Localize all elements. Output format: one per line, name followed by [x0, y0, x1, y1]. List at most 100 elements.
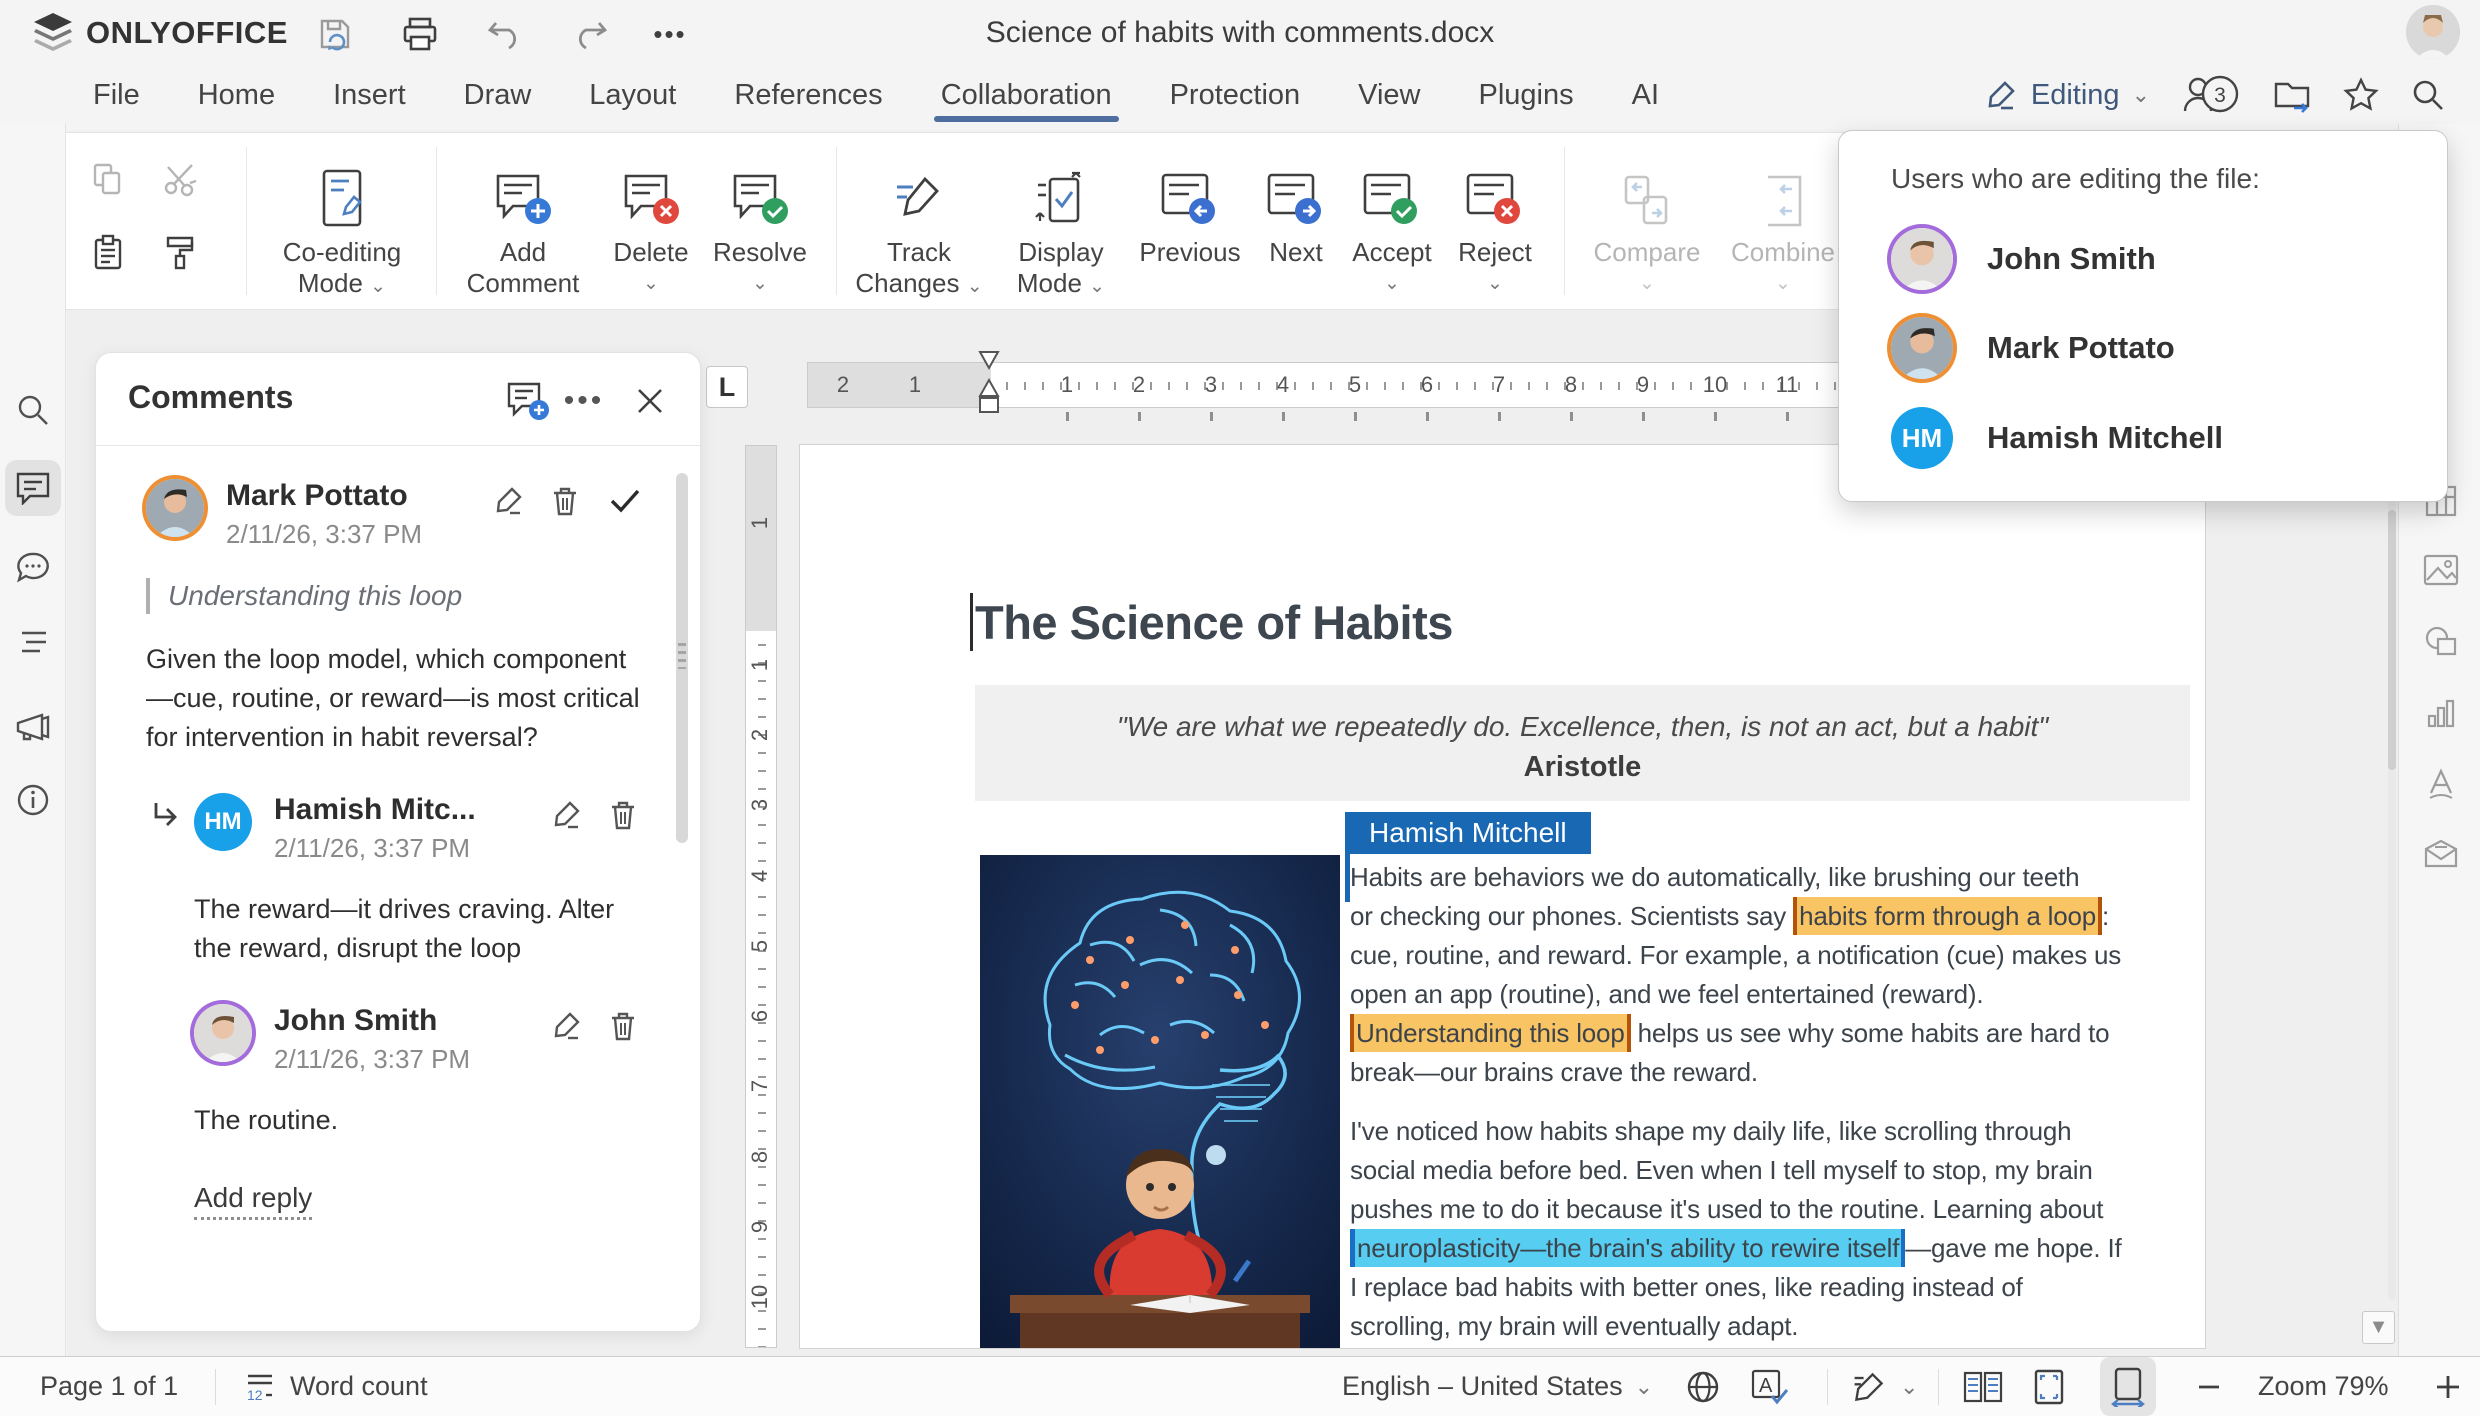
- active-users-button[interactable]: 3: [2180, 73, 2242, 117]
- previous-change-button[interactable]: Previous: [1125, 145, 1255, 268]
- print-button[interactable]: [398, 14, 442, 54]
- format-painter-button[interactable]: [156, 229, 204, 277]
- avatar-mark-pottato: [146, 479, 204, 537]
- resolve-comment-check-icon[interactable]: [608, 485, 640, 517]
- doc-text: :: [2102, 901, 2109, 931]
- track-changes-toggle[interactable]: ⌄: [1850, 1357, 1918, 1416]
- tab-plugins[interactable]: Plugins: [1450, 66, 1603, 124]
- scrollbar-thumb[interactable]: [2388, 510, 2396, 770]
- tab-view[interactable]: View: [1329, 66, 1449, 124]
- tab-insert[interactable]: Insert: [304, 66, 435, 124]
- set-language-globe-button[interactable]: [1686, 1357, 1720, 1416]
- reject-change-button[interactable]: Reject ⌄: [1443, 145, 1547, 299]
- favorite-star-button[interactable]: [2342, 76, 2380, 114]
- undo-button[interactable]: [483, 14, 527, 54]
- zoom-in-button[interactable]: [2434, 1357, 2462, 1416]
- compare-button[interactable]: Compare ⌄: [1582, 145, 1712, 299]
- document-text[interactable]: Hamish Mitchell Habits are behaviors we …: [1350, 858, 2205, 1346]
- spellcheck-button[interactable]: A: [1750, 1357, 1790, 1416]
- indent-marker[interactable]: [978, 350, 1000, 420]
- sidebar-feedback-icon[interactable]: [5, 699, 61, 755]
- tab-layout[interactable]: Layout: [560, 66, 705, 124]
- comment-highlight[interactable]: habits form through a loop: [1793, 897, 2102, 935]
- next-change-button[interactable]: Next: [1251, 145, 1341, 268]
- search-button[interactable]: [2410, 77, 2446, 113]
- comment-header: Mark Pottato 2/11/26, 3:37 PM: [146, 479, 640, 550]
- comments-close-button[interactable]: [628, 381, 672, 421]
- chevron-down-icon: ⌄: [1900, 1376, 1918, 1398]
- sidebar-comments-icon[interactable]: [5, 460, 61, 516]
- two-pages-view-button[interactable]: [1962, 1357, 2004, 1416]
- chevron-down-icon: ⌄: [2132, 84, 2150, 106]
- reply-body: The routine.: [194, 1101, 640, 1140]
- add-comment-button[interactable]: Add Comment: [458, 145, 588, 299]
- brain-illustration-image[interactable]: [980, 855, 1340, 1348]
- delete-comment-icon[interactable]: [608, 1010, 640, 1042]
- track-changes-button[interactable]: Track Changes ⌄: [854, 145, 984, 302]
- tab-ai[interactable]: AI: [1603, 66, 1688, 124]
- page-indicator[interactable]: Page 1 of 1: [40, 1357, 178, 1416]
- fit-width-button[interactable]: [2100, 1357, 2156, 1416]
- comment-highlight[interactable]: Understanding this loop: [1350, 1014, 1631, 1052]
- vertical-ruler[interactable]: 1 1 2 3 4 5 6 7 8 9 10: [745, 445, 777, 1348]
- more-actions-button[interactable]: •••: [648, 14, 692, 54]
- scroll-down-button[interactable]: ▼: [2362, 1311, 2395, 1344]
- paste-button[interactable]: [84, 229, 132, 277]
- tab-collaboration[interactable]: Collaboration: [912, 66, 1141, 124]
- coeditor-selection-highlight[interactable]: neuroplasticity—the brain's ability to r…: [1350, 1229, 1905, 1267]
- text-art-settings-icon[interactable]: [2423, 766, 2459, 802]
- user-list-item: John Smith: [1891, 228, 2156, 290]
- shape-settings-icon[interactable]: [2423, 624, 2459, 660]
- tab-protection[interactable]: Protection: [1141, 66, 1330, 124]
- image-settings-icon[interactable]: [2423, 552, 2459, 588]
- reply-author: John Smith: [274, 1004, 550, 1038]
- zoom-out-button[interactable]: [2196, 1357, 2222, 1416]
- sidebar-about-icon[interactable]: [5, 772, 61, 828]
- tab-home[interactable]: Home: [169, 66, 304, 124]
- comment-body: Given the loop model, which component—cu…: [146, 640, 640, 757]
- add-reply-link[interactable]: Add reply: [194, 1182, 312, 1220]
- mail-merge-icon[interactable]: [2423, 836, 2459, 872]
- document-scrollbar[interactable]: [2388, 420, 2396, 1300]
- delete-comment-icon[interactable]: [550, 485, 582, 517]
- delete-comment-button[interactable]: Delete ⌄: [596, 145, 706, 299]
- copy-button[interactable]: [84, 155, 132, 203]
- current-user-avatar[interactable]: [2406, 5, 2460, 59]
- reply-arrow-icon: [150, 799, 184, 833]
- cut-button[interactable]: [156, 155, 204, 203]
- compare-icon: [1582, 145, 1712, 237]
- display-mode-button[interactable]: Display Mode ⌄: [996, 145, 1126, 302]
- redo-button[interactable]: [568, 14, 612, 54]
- comment-reply: HM Hamish Mitc... 2/11/26, 3:37 PM The r…: [194, 793, 640, 968]
- tab-references[interactable]: References: [705, 66, 911, 124]
- document-page[interactable]: The Science of Habits "We are what we re…: [800, 445, 2205, 1348]
- edit-comment-icon[interactable]: [550, 1010, 582, 1042]
- combine-button[interactable]: Combine ⌄: [1718, 145, 1848, 299]
- track-changes-icon: [854, 145, 984, 237]
- comments-more-button[interactable]: •••: [562, 381, 606, 421]
- chevron-down-icon: ⌄: [370, 276, 386, 297]
- word-count-button[interactable]: 12 Word count: [242, 1357, 428, 1416]
- add-comment-panel-icon[interactable]: [506, 381, 550, 421]
- tab-draw[interactable]: Draw: [435, 66, 561, 124]
- chart-settings-icon[interactable]: [2423, 696, 2459, 732]
- coediting-mode-button[interactable]: Co-editing Mode ⌄: [257, 145, 427, 302]
- open-file-location-button[interactable]: [2272, 76, 2312, 114]
- accept-change-button[interactable]: Accept ⌄: [1337, 145, 1447, 299]
- language-selector[interactable]: English – United States ⌄: [1342, 1357, 1653, 1416]
- resolve-comment-button[interactable]: Resolve ⌄: [702, 145, 818, 299]
- comments-header: Comments •••: [96, 353, 700, 445]
- sidebar-chat-icon[interactable]: [5, 540, 61, 596]
- delete-comment-icon[interactable]: [608, 799, 640, 831]
- fit-page-button[interactable]: [2032, 1357, 2066, 1416]
- tab-stop-selector[interactable]: L: [706, 366, 748, 408]
- edit-comment-icon[interactable]: [550, 799, 582, 831]
- editing-mode-dropdown[interactable]: Editing ⌄: [1985, 78, 2150, 112]
- sidebar-search-icon[interactable]: [5, 382, 61, 438]
- resolve-label: Resolve: [702, 237, 818, 268]
- word-count-label: Word count: [290, 1371, 428, 1402]
- save-button[interactable]: [313, 14, 357, 54]
- sidebar-navigation-icon[interactable]: [5, 615, 61, 671]
- edit-comment-icon[interactable]: [492, 485, 524, 517]
- tab-file[interactable]: File: [64, 66, 169, 124]
